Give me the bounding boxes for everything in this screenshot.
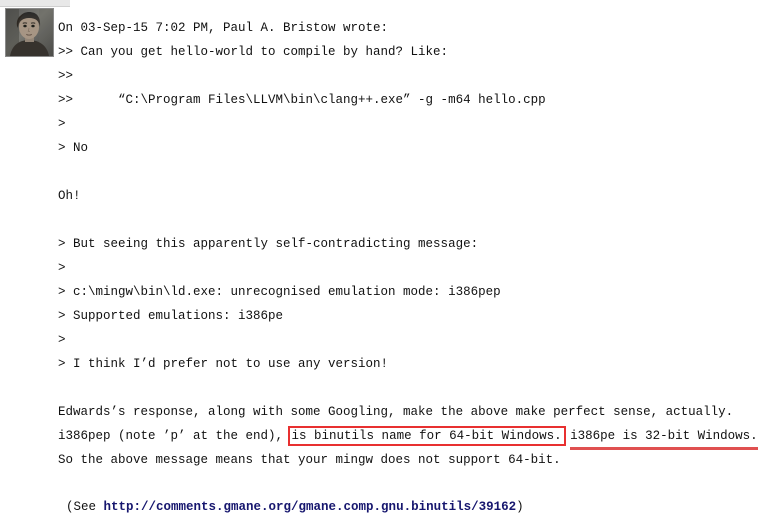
quote-line: > Supported emulations: i386pe <box>58 309 284 323</box>
annotated-prefix-text: i386pep (note ’p’ at the end), <box>58 429 291 443</box>
quote-line: > But seeing this apparently self-contra… <box>58 237 479 251</box>
message-body: On 03-Sep-15 7:02 PM, Paul A. Bristow wr… <box>58 16 758 472</box>
window-chrome-bar <box>0 0 70 7</box>
quote-line: >> <box>58 69 74 83</box>
quote-line: > <box>58 261 66 275</box>
user-photo-avatar-icon <box>6 9 53 56</box>
footer-suffix: ) <box>516 500 524 514</box>
quote-line: > <box>58 117 66 131</box>
avatar <box>5 8 54 57</box>
quote-line: > c:\mingw\bin\ld.exe: unrecognised emul… <box>58 285 501 299</box>
reply-line: Oh! <box>58 189 81 203</box>
quote-line: >> Can you get hello-world to compile by… <box>58 45 449 59</box>
attribution-line: On 03-Sep-15 7:02 PM, Paul A. Bristow wr… <box>58 21 389 35</box>
quote-line: > <box>58 333 66 347</box>
closing-reply-line: So the above message means that your min… <box>58 453 561 467</box>
red-underline-highlight: i386pe is 32-bit Windows. <box>570 429 758 450</box>
quote-line: > No <box>58 141 89 155</box>
gmane-archive-link[interactable]: http://comments.gmane.org/gmane.comp.gnu… <box>104 500 517 514</box>
annotated-middle-text <box>563 429 571 443</box>
quote-line: > I think I’d prefer not to use any vers… <box>58 357 389 371</box>
footer-reference-line: (See http://comments.gmane.org/gmane.com… <box>66 500 524 514</box>
footer-prefix: (See <box>66 500 104 514</box>
red-box-highlight: is binutils name for 64-bit Windows. <box>287 426 566 446</box>
annotated-reply-line: i386pep (note ’p’ at the end), is binuti… <box>58 424 758 450</box>
quote-line: >> “C:\Program Files\LLVM\bin\clang++.ex… <box>58 93 546 107</box>
reply-line: Edwards’s response, along with some Goog… <box>58 405 734 419</box>
